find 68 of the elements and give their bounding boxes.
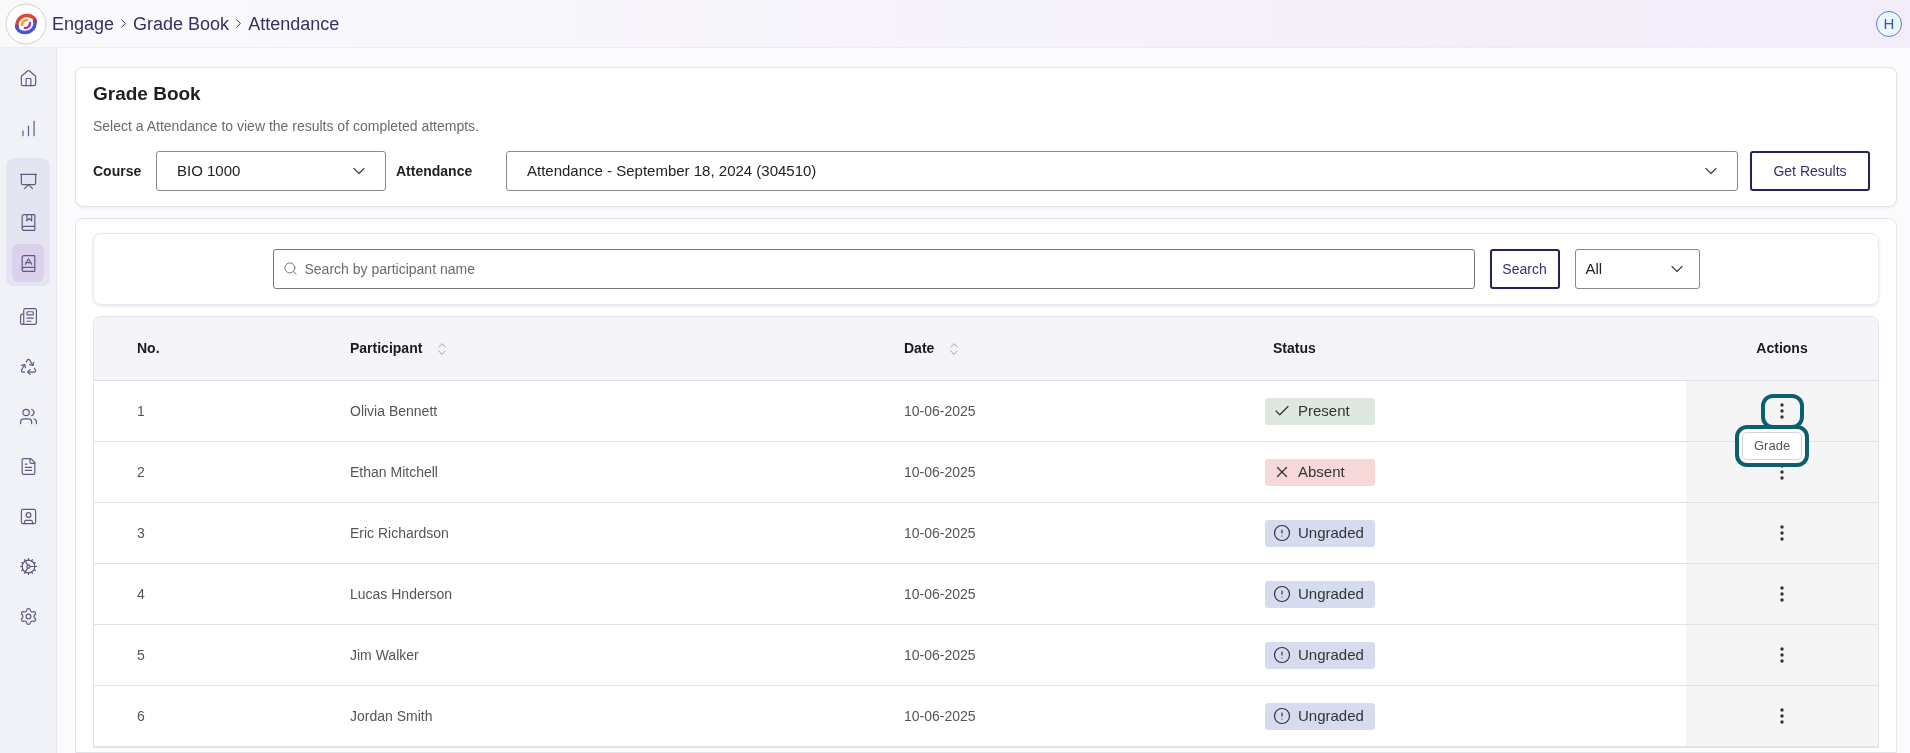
table-cell-text: 10-06-2025 [904,706,976,726]
table-cell-text: Ethan Mitchell [350,462,438,482]
table-cell-text: Olivia Bennett [350,401,438,421]
recycle-icon [18,356,38,376]
column-header: Actions [1756,339,1808,358]
column-header: Status [1273,339,1316,358]
cog-icon [18,556,38,576]
table-cell-text: 10-06-2025 [904,645,976,665]
search-button[interactable]: Search [1489,249,1560,289]
table-cell-text: 2 [137,462,145,482]
swirl-logo-icon[interactable] [5,2,47,45]
attendance-select[interactable]: Attendance - September 18, 2024 (304510) [506,151,1738,191]
column-header: No. [137,339,160,358]
more-vertical-icon [1780,525,1784,541]
table-cell-text: 10-06-2025 [904,462,976,482]
user-card-icon [18,506,38,526]
alert-circle-icon [1273,585,1291,603]
course-label: Course [93,161,143,181]
status-text: Ungraded [1298,644,1364,665]
table-cell-text: 1 [137,401,145,421]
table-cell-text: 6 [137,706,145,726]
alert-circle-icon [1273,707,1291,725]
table-cell-text: 10-06-2025 [904,523,976,543]
sidebar-item[interactable] [12,244,44,282]
alert-circle-icon [1273,524,1291,542]
status-text: Ungraded [1298,522,1364,543]
breadcrumb-link[interactable]: Attendance [248,12,340,35]
presentation-board-icon [18,171,38,191]
table-cell-text: Jim Walker [350,645,419,665]
more-vertical-icon [1780,403,1784,419]
alert-circle-icon [1273,646,1291,664]
avatar-button[interactable]: H [1876,10,1902,37]
table-cell-text: 3 [137,523,145,543]
status-text: Absent [1298,461,1345,482]
settings-icon [18,606,38,626]
more-vertical-icon [1780,647,1784,663]
get-results-button[interactable]: Get Results [1750,151,1870,191]
sortable-column-header[interactable]: Date [904,338,963,359]
search-icon [282,261,298,276]
more-vertical-icon [1780,708,1784,724]
table-cell-text: 4 [137,584,145,604]
attendance-label: Attendance [396,161,474,181]
users-icon [18,406,38,426]
grade-tooltip[interactable]: Grade [1735,425,1810,467]
status-text: Ungraded [1298,705,1364,726]
attendance-value: Attendance - September 18, 2024 (304510) [527,160,817,181]
status-filter-select[interactable]: All [1574,249,1700,289]
course-select[interactable]: BIO 1000 [156,151,386,191]
more-vertical-icon [1780,586,1784,602]
newspaper-icon [18,306,38,326]
status-filter-value: All [1585,258,1603,279]
breadcrumb-link[interactable]: Engage [52,12,115,35]
course-value: BIO 1000 [177,160,241,181]
search-field[interactable]: Search by participant name [272,249,1475,289]
table-cell-text: 10-06-2025 [904,584,976,604]
home-icon [18,68,38,88]
more-vertical-icon [1780,464,1784,480]
table-cell-text: 10-06-2025 [904,401,976,421]
table-cell-text: Eric Richardson [350,523,449,543]
status-text: Ungraded [1298,583,1364,604]
breadcrumb-link[interactable]: Grade Book [133,12,230,35]
sortable-column-header[interactable]: Participant [350,338,451,359]
card-subtitle: Select a Attendance to view the results of completed attempts. [93,117,480,136]
table-cell-text: 5 [137,645,145,665]
card-title: Grade Book [93,82,202,106]
table-cell-text: Jordan Smith [350,706,433,726]
status-text: Present [1298,400,1350,421]
table-cell-text: Lucas Hnderson [350,584,452,604]
